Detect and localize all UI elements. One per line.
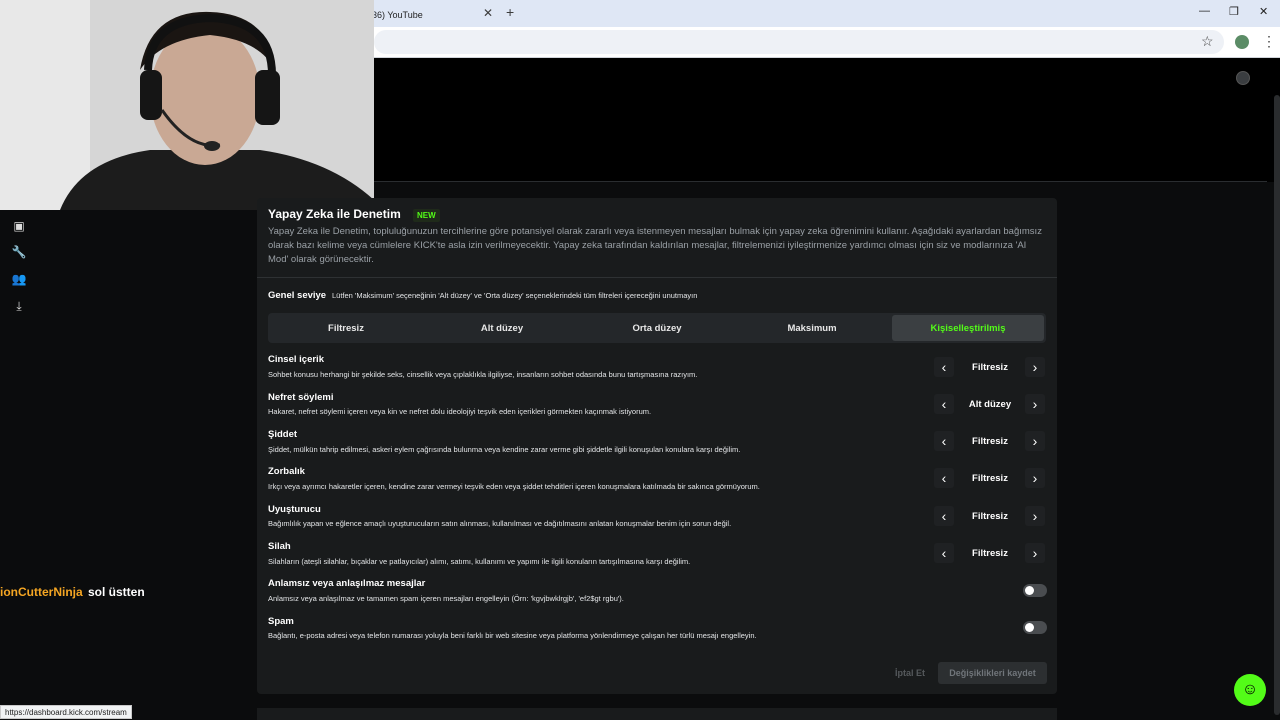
chevron-left-icon[interactable]: ‹ [934, 394, 954, 414]
download-icon[interactable]: ⤓ [12, 299, 26, 313]
status-bar-url: https://dashboard.kick.com/stream [0, 705, 132, 719]
moderators-icon[interactable]: 👥 [12, 272, 27, 286]
panel-description: Yapay Zeka ile Denetim, topluluğunuzun t… [268, 226, 1042, 265]
category-title: Nefret söylemi [268, 392, 334, 403]
category-title: Zorbalık [268, 466, 305, 477]
toggle-title: Spam [268, 616, 294, 627]
user-avatar-icon[interactable] [1236, 71, 1250, 85]
general-level-label: Genel seviye [268, 290, 327, 301]
chevron-left-icon[interactable]: ‹ [934, 468, 954, 488]
new-badge: NEW [413, 209, 440, 222]
chevron-left-icon[interactable]: ‹ [934, 357, 954, 377]
restore-icon[interactable]: ❐ [1229, 5, 1239, 18]
category-title: Silah [268, 541, 291, 552]
browser-menu-icon[interactable]: ⋮ [1262, 33, 1276, 50]
chevron-right-icon[interactable]: › [1025, 431, 1045, 451]
chevron-right-icon[interactable]: › [1025, 506, 1045, 526]
webcam-person-image [0, 0, 374, 210]
cancel-button[interactable]: İptal Et [886, 663, 934, 683]
category-desc: Hakaret, nefret söylemi içeren veya kin … [268, 407, 652, 416]
category-value: Filtresiz [972, 511, 1008, 522]
chevron-right-icon[interactable]: › [1025, 543, 1045, 563]
chevron-right-icon[interactable]: › [1025, 468, 1045, 488]
chat-username: ionCutterNinja [0, 585, 83, 599]
category-desc: Sohbet konusu herhangi bir şekilde seks,… [268, 370, 698, 379]
category-value: Alt düzey [968, 399, 1012, 410]
panel-title: Yapay Zeka ile Denetim [268, 207, 401, 221]
general-level-hint: Lütfen 'Maksimum' seçeneğinin 'Alt düzey… [332, 291, 698, 300]
level-option-filtresiz[interactable]: Filtresiz [270, 315, 422, 341]
new-tab-icon[interactable]: + [506, 4, 514, 20]
category-title: Uyuşturucu [268, 504, 321, 515]
toggle-desc: Anlamsız veya anlaşılmaz ve tamamen spam… [268, 594, 624, 603]
next-panel [257, 708, 1057, 720]
address-field[interactable] [374, 30, 1224, 54]
level-option-alt-duzey[interactable]: Alt düzey [426, 315, 578, 341]
bookmark-star-icon[interactable]: ☆ [1201, 33, 1214, 50]
toggle-desc: Bağlantı, e-posta adresi veya telefon nu… [268, 631, 757, 640]
category-value: Filtresiz [972, 473, 1008, 484]
header-divider [374, 181, 1267, 182]
page-header-area [374, 58, 1280, 182]
level-option-orta-duzey[interactable]: Orta düzey [581, 315, 733, 341]
chevron-left-icon[interactable]: ‹ [934, 431, 954, 451]
chat-message: sol üstten [88, 585, 145, 599]
tab-title: 36) YouTube [372, 10, 423, 20]
stream-icon[interactable]: ▣ [12, 219, 26, 233]
category-desc: Bağımlılık yapan ve eğlence amaçlı uyuşt… [268, 519, 732, 528]
page-scrollbar[interactable] [1274, 95, 1280, 715]
chevron-right-icon[interactable]: › [1025, 357, 1045, 377]
browser-tab[interactable]: 36) YouTube [362, 3, 502, 27]
toggle-knob [1025, 586, 1034, 595]
category-title: Şiddet [268, 429, 298, 440]
close-window-icon[interactable]: ✕ [1259, 5, 1268, 18]
level-option-maksimum[interactable]: Maksimum [736, 315, 888, 341]
category-desc: Silahların (ateşli silahlar, bıçaklar ve… [268, 557, 691, 566]
category-value: Filtresiz [972, 362, 1008, 373]
chevron-left-icon[interactable]: ‹ [934, 506, 954, 526]
category-value: Filtresiz [972, 436, 1008, 447]
category-desc: Şiddet, mülkün tahrip edilmesi, askeri e… [268, 445, 741, 454]
category-desc: Irkçı veya ayrımcı hakaretler içeren, ke… [268, 482, 760, 491]
profile-avatar-icon[interactable] [1235, 35, 1249, 49]
wrench-icon[interactable]: 🔧 [12, 245, 27, 259]
help-chat-icon[interactable]: ☺ [1234, 674, 1266, 706]
chevron-left-icon[interactable]: ‹ [934, 543, 954, 563]
toggle-title: Anlamsız veya anlaşılmaz mesajlar [268, 578, 426, 589]
webcam-overlay [0, 0, 374, 210]
category-title: Cinsel içerik [268, 354, 324, 365]
chevron-right-icon[interactable]: › [1025, 394, 1045, 414]
level-option-kisisellestirilmis[interactable]: Kişiselleştirilmiş [892, 315, 1044, 341]
save-changes-button[interactable]: Değişiklikleri kaydet [938, 662, 1047, 684]
category-value: Filtresiz [972, 548, 1008, 559]
tab-close-icon[interactable]: ✕ [483, 6, 493, 20]
toggle-knob [1025, 623, 1034, 632]
minimize-icon[interactable]: — [1199, 5, 1210, 17]
panel-divider [257, 277, 1057, 278]
